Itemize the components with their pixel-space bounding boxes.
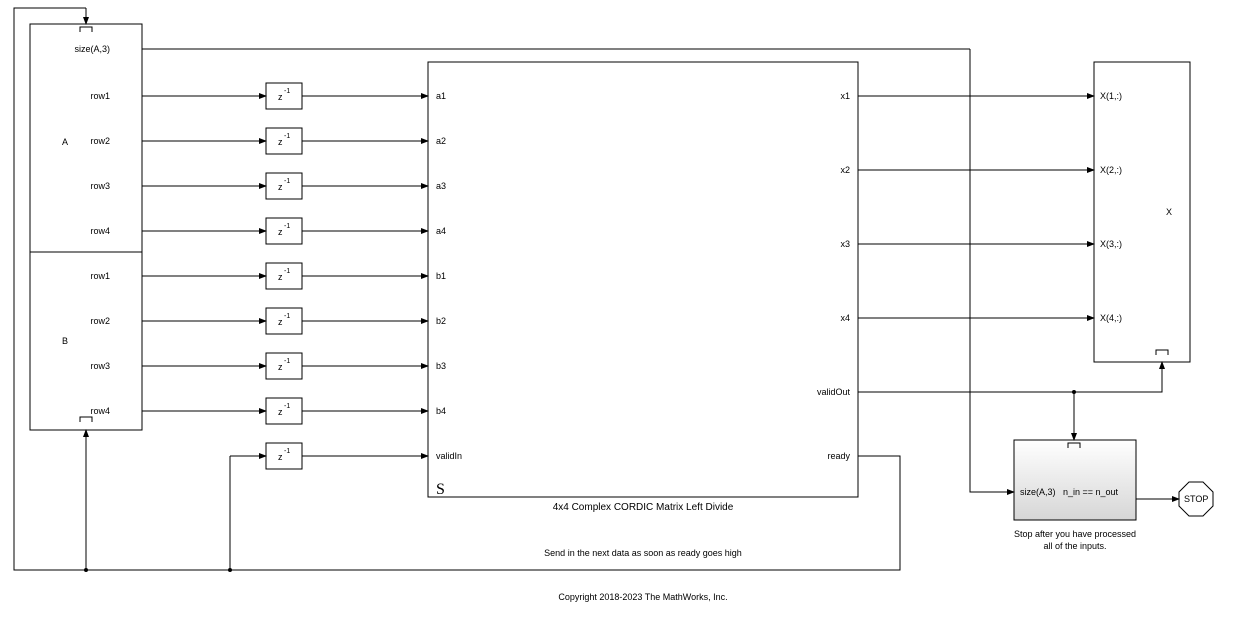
- block-b[interactable]: [30, 252, 142, 430]
- main-in-a4: a4: [436, 226, 446, 236]
- main-out-x1: x1: [840, 91, 850, 101]
- svg-text:-1: -1: [284, 448, 290, 455]
- a-out-row4: row4: [90, 226, 110, 236]
- b-out-row1: row1: [90, 271, 110, 281]
- svg-text:-1: -1: [284, 358, 290, 365]
- svg-text:-1: -1: [284, 133, 290, 140]
- main-out-validout: validOut: [817, 387, 851, 397]
- svg-text:z: z: [278, 137, 283, 147]
- block-a[interactable]: [30, 24, 142, 252]
- svg-text:z: z: [278, 92, 283, 102]
- x-in-3: X(3,:): [1100, 239, 1122, 249]
- svg-text:z: z: [278, 227, 283, 237]
- delays: [266, 83, 302, 469]
- delay-b4[interactable]: [266, 398, 302, 424]
- svg-text:z: z: [278, 272, 283, 282]
- main-in-validin: validIn: [436, 451, 462, 461]
- delay-validin[interactable]: [266, 443, 302, 469]
- block-stop-check[interactable]: [1014, 440, 1136, 520]
- main-glyph: S: [436, 481, 445, 498]
- main-in-b1: b1: [436, 271, 446, 281]
- svg-text:z: z: [278, 317, 283, 327]
- svg-text:-1: -1: [284, 403, 290, 410]
- main-out-x2: x2: [840, 165, 850, 175]
- a-out-row3: row3: [90, 181, 110, 191]
- main-out-x4: x4: [840, 313, 850, 323]
- svg-text:z: z: [278, 452, 283, 462]
- b-out-row4: row4: [90, 406, 110, 416]
- copyright: Copyright 2018-2023 The MathWorks, Inc.: [558, 592, 727, 602]
- stop-chk-text: n_in == n_out: [1063, 487, 1119, 497]
- main-in-a2: a2: [436, 136, 446, 146]
- b-out-row3: row3: [90, 361, 110, 371]
- stop-note-1: Stop after you have processed: [1014, 529, 1136, 539]
- a-out-row1: row1: [90, 91, 110, 101]
- x-in-1: X(1,:): [1100, 91, 1122, 101]
- junction: [228, 568, 232, 572]
- x-in-4: X(4,:): [1100, 313, 1122, 323]
- svg-text:z: z: [278, 407, 283, 417]
- ready-note: Send in the next data as soon as ready g…: [544, 548, 742, 558]
- svg-text:-1: -1: [284, 223, 290, 230]
- main-name: 4x4 Complex CORDIC Matrix Left Divide: [553, 502, 734, 513]
- stop-chk-in: size(A,3): [1020, 487, 1056, 497]
- svg-text:-1: -1: [284, 313, 290, 320]
- svg-text:-1: -1: [284, 88, 290, 95]
- delay-a1[interactable]: [266, 83, 302, 109]
- wire-validout-to-x-trigger: [1074, 362, 1162, 392]
- delay-a4[interactable]: [266, 218, 302, 244]
- wire-size-to-stopchk: [970, 49, 1014, 492]
- delay-b2[interactable]: [266, 308, 302, 334]
- main-out-x3: x3: [840, 239, 850, 249]
- svg-text:-1: -1: [284, 268, 290, 275]
- block-main[interactable]: [428, 62, 858, 497]
- stop-note-2: all of the inputs.: [1043, 541, 1106, 551]
- block-b-label: B: [62, 336, 68, 346]
- main-out-ready: ready: [827, 451, 850, 461]
- main-in-a1: a1: [436, 91, 446, 101]
- main-in-a3: a3: [436, 181, 446, 191]
- delay-a3[interactable]: [266, 173, 302, 199]
- block-a-label: A: [62, 137, 68, 147]
- x-in-2: X(2,:): [1100, 165, 1122, 175]
- delay-b1[interactable]: [266, 263, 302, 289]
- a-out-size: size(A,3): [74, 44, 110, 54]
- main-in-b2: b2: [436, 316, 446, 326]
- delay-b3[interactable]: [266, 353, 302, 379]
- b-out-row2: row2: [90, 316, 110, 326]
- delay-a2[interactable]: [266, 128, 302, 154]
- svg-text:z: z: [278, 362, 283, 372]
- svg-text:-1: -1: [284, 178, 290, 185]
- main-in-b3: b3: [436, 361, 446, 371]
- a-out-row2: row2: [90, 136, 110, 146]
- stop-label: STOP: [1184, 494, 1208, 504]
- svg-text:z: z: [278, 182, 283, 192]
- block-x-label: X: [1166, 207, 1172, 217]
- main-in-b4: b4: [436, 406, 446, 416]
